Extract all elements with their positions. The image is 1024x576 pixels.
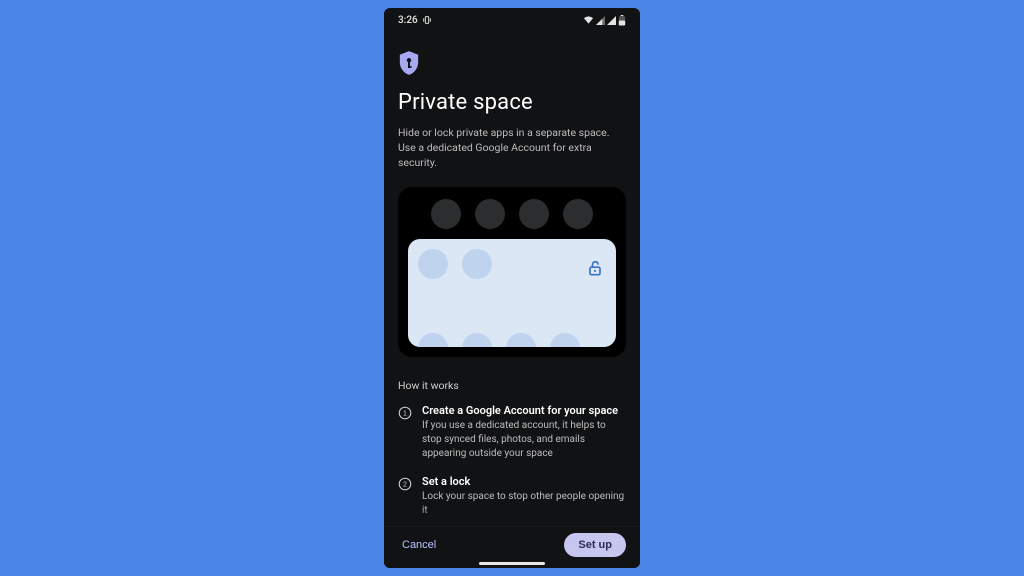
step-title: Set a lock <box>422 475 626 488</box>
private-space-panel <box>408 239 616 347</box>
private-app-placeholder-icon <box>462 249 492 279</box>
content-area: Private space Hide or lock private apps … <box>384 28 640 518</box>
home-app-row <box>408 197 616 229</box>
step-body: If you use a dedicated account, it helps… <box>422 419 626 461</box>
private-app-placeholder-icon <box>418 249 448 279</box>
private-app-placeholder-icon <box>506 333 536 347</box>
step-item: 1 Create a Google Account for your space… <box>398 404 626 461</box>
unlock-icon <box>584 257 606 279</box>
wifi-icon <box>583 15 594 25</box>
step-item: 2 Set a lock Lock your space to stop oth… <box>398 475 626 518</box>
page-subtitle: Hide or lock private apps in a separate … <box>398 125 626 171</box>
cancel-button[interactable]: Cancel <box>398 533 440 557</box>
private-app-placeholder-icon <box>462 333 492 347</box>
status-bar: 3:26 <box>384 8 640 28</box>
battery-icon <box>618 15 626 26</box>
page-title: Private space <box>398 90 626 115</box>
step-number-icon: 1 <box>398 405 412 461</box>
shield-key-icon <box>398 50 420 76</box>
app-placeholder-icon <box>431 199 461 229</box>
step-number-icon: 2 <box>398 476 412 518</box>
phone-frame: 3:26 <box>384 8 640 568</box>
step-number-text: 2 <box>403 481 407 488</box>
private-app-placeholder-icon <box>550 333 580 347</box>
how-it-works-heading: How it works <box>398 379 626 392</box>
app-placeholder-icon <box>519 199 549 229</box>
status-right <box>583 15 626 26</box>
setup-button[interactable]: Set up <box>564 533 626 557</box>
navigation-handle[interactable] <box>479 562 545 565</box>
status-left: 3:26 <box>398 15 432 26</box>
app-placeholder-icon <box>475 199 505 229</box>
private-app-placeholder-icon <box>418 333 448 347</box>
vibrate-icon <box>422 15 432 25</box>
status-time: 3:26 <box>398 15 418 26</box>
signal-sim1-icon <box>596 16 605 25</box>
signal-sim2-icon <box>607 16 616 25</box>
illustration <box>398 187 626 357</box>
app-placeholder-icon <box>563 199 593 229</box>
step-title: Create a Google Account for your space <box>422 404 626 417</box>
step-body: Lock your space to stop other people ope… <box>422 490 626 518</box>
step-number-text: 1 <box>403 410 407 417</box>
